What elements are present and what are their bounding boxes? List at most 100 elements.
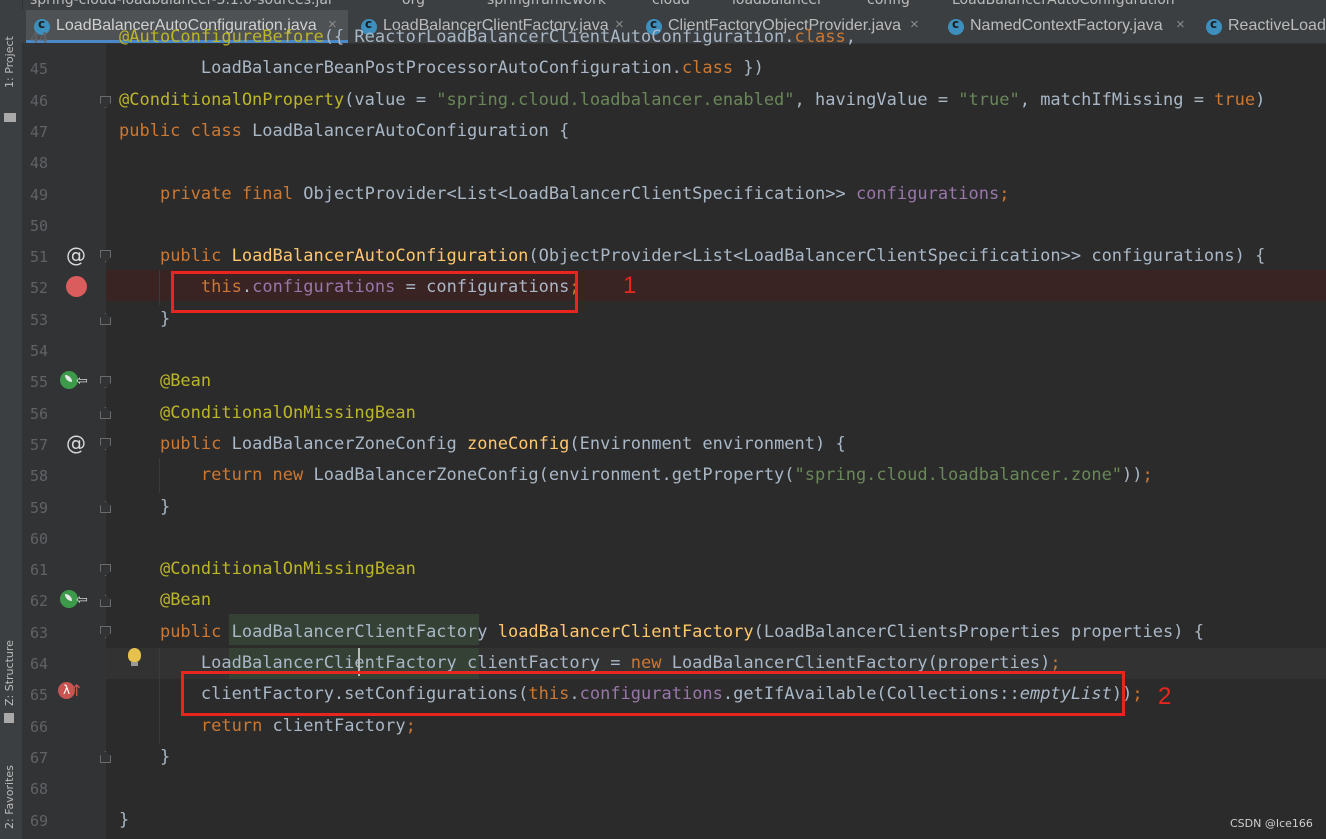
code-text[interactable]: @ConditionalOnMissingBean (119, 559, 416, 579)
line-number: 66 (29, 717, 48, 736)
code-text[interactable]: public LoadBalancerZoneConfig zoneConfig… (119, 434, 846, 454)
code-text[interactable]: LoadBalancerBeanPostProcessorAutoConfigu… (119, 58, 764, 78)
project-tool-label: 1: Project (3, 36, 16, 88)
code-token: LoadBalancerZoneConfig (231, 433, 468, 454)
code-line[interactable]: 51 public LoadBalancerAutoConfiguration(… (22, 243, 1326, 274)
line-number: 67 (29, 748, 48, 767)
code-token: private final (159, 183, 304, 204)
code-text[interactable]: return new LoadBalancerZoneConfig(enviro… (119, 465, 1153, 485)
code-text[interactable]: @ConditionalOnMissingBean (119, 403, 416, 423)
code-line[interactable]: 66 return clientFactory; (22, 713, 1326, 744)
code-token: "spring.cloud.loadbalancer.enabled" (436, 89, 795, 110)
structure-icon (4, 713, 14, 723)
code-line[interactable]: 47 public class LoadBalancerAutoConfigura… (22, 118, 1326, 149)
line-number: 47 (29, 122, 48, 141)
override-at-icon[interactable]: @ (66, 431, 86, 455)
breadcrumb-item[interactable]: config (867, 0, 910, 8)
override-at-icon[interactable]: @ (66, 243, 86, 267)
code-line[interactable]: 46 @ConditionalOnProperty(value = "spring… (22, 87, 1326, 118)
code-token: LoadBalancerAutoConfiguration (231, 246, 529, 267)
code-text[interactable]: @Bean (119, 371, 211, 391)
code-line[interactable]: 68 (22, 775, 1326, 806)
code-token: } (119, 496, 171, 517)
line-number: 60 (29, 529, 48, 548)
code-line[interactable]: 62 @Bean (22, 587, 1326, 618)
line-number: 63 (29, 623, 48, 642)
lightbulb-icon[interactable] (128, 648, 141, 666)
code-text[interactable]: public LoadBalancerClientFactory loadBal… (119, 622, 1204, 642)
line-number: 57 (29, 435, 48, 454)
structure-tool-button[interactable]: Z: Structure (1, 630, 21, 730)
code-text[interactable]: private final ObjectProvider<List<LoadBa… (119, 183, 1010, 204)
code-token: LoadBalancerClientFactory (231, 621, 498, 642)
navigate-arrow-icon: ⇦ (76, 592, 88, 608)
code-text[interactable]: } (119, 747, 170, 767)
code-line[interactable]: 49 private final ObjectProvider<List<Loa… (22, 181, 1326, 212)
code-token: public (159, 246, 232, 267)
breadcrumb-item[interactable]: spring-cloud-loadbalancer-3.1.0-sources.… (30, 0, 334, 8)
code-line[interactable]: 67 } (22, 744, 1326, 775)
code-token: return (200, 715, 273, 736)
code-line[interactable]: 54 (22, 337, 1326, 368)
code-line[interactable]: 63 public LoadBalancerClientFactory load… (22, 619, 1326, 650)
code-token: public class (119, 120, 253, 141)
code-line[interactable]: 61 @ConditionalOnMissingBean (22, 556, 1326, 587)
code-token: LoadBalancerBeanPostProcessorAutoConfigu… (119, 58, 682, 79)
code-line[interactable]: 57 public LoadBalancerZoneConfig zoneCon… (22, 431, 1326, 462)
code-line[interactable]: 50 (22, 212, 1326, 243)
code-token: @AutoConfigureBefore (119, 27, 324, 47)
code-text[interactable]: LoadBalancerClientFactory clientFactory … (119, 653, 1061, 673)
breadcrumb-item[interactable]: loadbalancer (732, 0, 823, 8)
folder-icon (4, 113, 16, 122)
breakpoint-icon[interactable] (66, 276, 87, 297)
code-token: } (119, 746, 171, 767)
breadcrumb-item[interactable]: springframework (487, 0, 606, 8)
code-line[interactable]: 58 return new LoadBalancerZoneConfig(env… (22, 462, 1326, 493)
breadcrumb-item[interactable]: LoadBalancerAutoConfiguration (952, 0, 1175, 8)
code-token: } (119, 809, 130, 830)
marker-label-2: 2 (1158, 683, 1172, 710)
code-text[interactable]: } (119, 497, 170, 517)
code-text[interactable]: @AutoConfigureBefore({ ReactorLoadBalanc… (119, 27, 856, 47)
code-token: , havingValue = (794, 89, 959, 110)
code-token: LoadBalancerAutoConfiguration { (252, 120, 570, 141)
code-line[interactable]: 59 } (22, 494, 1326, 525)
code-token: ObjectProvider<List<LoadBalancerClientSp… (303, 183, 856, 204)
breadcrumb-item[interactable]: org (402, 0, 425, 8)
code-token: ; (405, 715, 416, 736)
code-token: "true" (958, 89, 1020, 110)
code-token: class (794, 27, 846, 47)
code-line[interactable]: 60 (22, 525, 1326, 556)
line-number: 58 (29, 467, 48, 486)
code-token: ; (999, 183, 1010, 204)
code-text[interactable]: } (119, 309, 170, 329)
code-line[interactable]: 55 @Bean (22, 368, 1326, 399)
code-line[interactable]: 45 LoadBalancerBeanPostProcessorAutoConf… (22, 55, 1326, 86)
project-tool-button[interactable]: 1: Project (1, 20, 21, 122)
code-text[interactable]: public class LoadBalancerAutoConfigurati… (119, 121, 569, 141)
line-number: 49 (29, 185, 48, 204)
code-token: (ObjectProvider<List<LoadBalancerClientS… (528, 246, 1266, 267)
code-text[interactable]: public LoadBalancerAutoConfiguration(Obj… (119, 246, 1265, 266)
code-token: @ConditionalOnMissingBean (159, 402, 416, 423)
code-token: )) (1122, 465, 1143, 486)
code-line[interactable]: 44 @AutoConfigureBefore({ ReactorLoadBala… (22, 24, 1326, 55)
code-line[interactable]: 48 (22, 149, 1326, 180)
line-number: 46 (29, 91, 48, 110)
code-text[interactable]: @Bean (119, 590, 211, 610)
tool-window-bar: 1: Project Z: Structure 2: Favorites (0, 0, 23, 839)
favorites-tool-button[interactable]: 2: Favorites (1, 755, 21, 835)
code-token: ; (1142, 465, 1153, 486)
highlight-box-2 (181, 671, 1125, 716)
code-text[interactable]: return clientFactory; (119, 716, 416, 736)
line-number: 62 (29, 592, 48, 611)
code-text[interactable]: } (119, 810, 129, 830)
breadcrumb-item[interactable]: cloud (652, 0, 690, 8)
code-line[interactable]: 69} (22, 807, 1326, 838)
line-number: 64 (29, 655, 48, 673)
code-line[interactable]: 56 @ConditionalOnMissingBean (22, 400, 1326, 431)
code-text[interactable]: @ConditionalOnProperty(value = "spring.c… (119, 90, 1265, 110)
